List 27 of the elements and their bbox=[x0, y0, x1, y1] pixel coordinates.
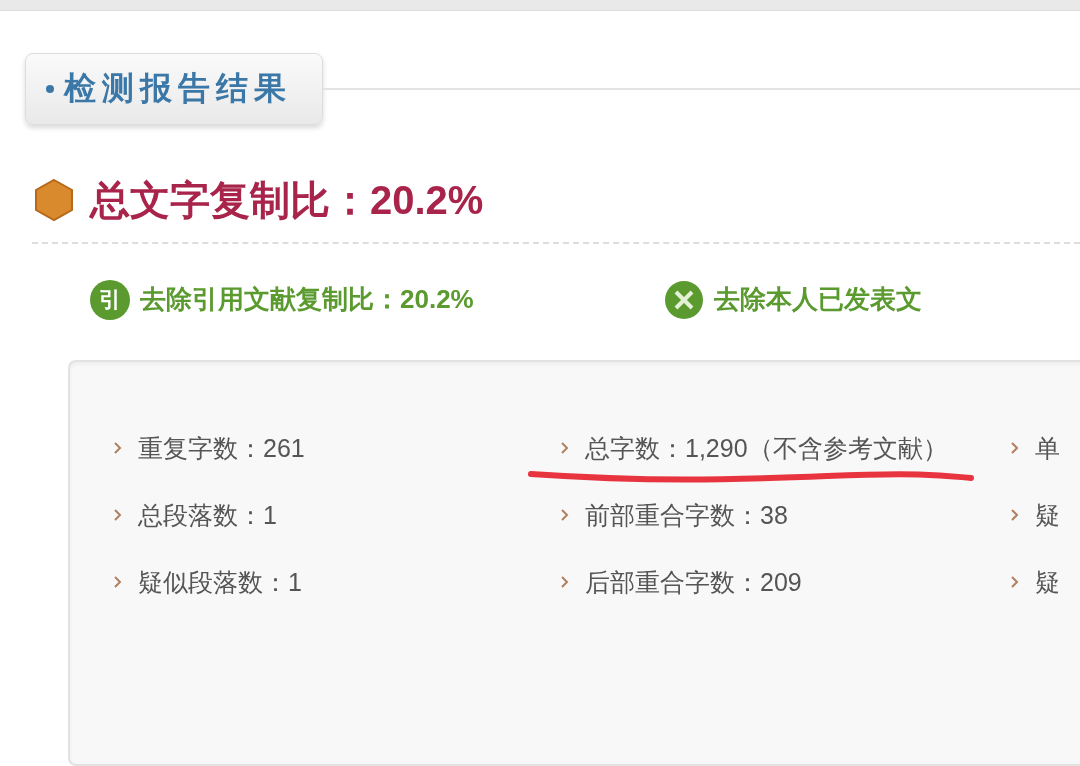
total-copy-ratio: 总文字复制比：20.2% bbox=[90, 176, 484, 224]
chevron-icon bbox=[114, 442, 122, 455]
stat-text: 后部重合字数：209 bbox=[585, 566, 802, 598]
stat-text: 总字数：1,290（不含参考文献） bbox=[585, 432, 948, 464]
stat-text: 重复字数：261 bbox=[138, 432, 305, 464]
bullet-icon bbox=[46, 84, 54, 93]
stat-text: 总段落数：1 bbox=[138, 499, 277, 531]
chevron-icon bbox=[1011, 509, 1019, 522]
badge-icon bbox=[663, 279, 704, 320]
chevron-icon bbox=[561, 576, 569, 589]
stat-text: 疑似段落数：1 bbox=[138, 566, 302, 598]
stat-text: 单 bbox=[1035, 432, 1060, 464]
hexagon-icon bbox=[32, 178, 76, 223]
chevron-icon bbox=[561, 442, 569, 455]
stat-text: 前部重合字数：38 bbox=[585, 499, 788, 531]
ratio-badge: 引 bbox=[90, 279, 130, 320]
section-tab[interactable]: 检测报告结果 bbox=[25, 52, 323, 125]
stat-text: 疑 bbox=[1035, 566, 1060, 598]
ratio-text: 去除引用文献复制比：20.2% bbox=[140, 283, 474, 317]
chevron-icon bbox=[114, 576, 122, 589]
chevron-icon bbox=[1011, 576, 1019, 589]
tab-label: 检测报告结果 bbox=[64, 68, 292, 108]
chevron-icon bbox=[114, 509, 122, 522]
stat-text: 疑 bbox=[1035, 499, 1060, 531]
ratio-text: 去除本人已发表文 bbox=[713, 283, 922, 317]
chevron-icon bbox=[561, 509, 569, 522]
chevron-icon bbox=[1011, 442, 1019, 455]
